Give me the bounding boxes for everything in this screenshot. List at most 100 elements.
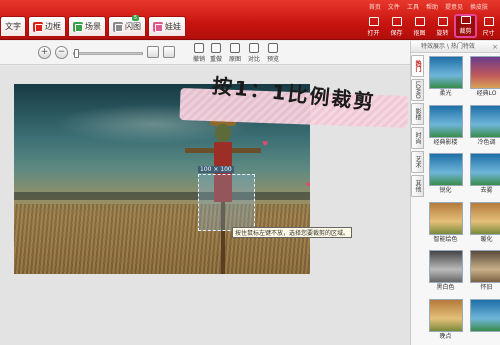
tab-flash[interactable]: 闪图 5 xyxy=(108,15,146,36)
zoom-out-button[interactable]: − xyxy=(55,46,68,59)
effect-thumbnail[interactable] xyxy=(469,250,500,283)
effect-thumbnail[interactable] xyxy=(428,104,463,138)
panel-title: 特效展示 \ 热门特效 × xyxy=(411,41,500,53)
compare-icon xyxy=(249,43,259,53)
effect-label: 晚点 xyxy=(439,332,452,340)
effect-thumbnail[interactable] xyxy=(428,298,463,332)
open-tool-button[interactable]: 打开 xyxy=(362,14,385,38)
tab-label: 文字 xyxy=(5,22,21,31)
tool-label: 尺寸 xyxy=(482,30,495,37)
effect-item[interactable]: 智能绘色 xyxy=(427,201,464,249)
top-menu-item[interactable]: 文件 xyxy=(388,2,400,11)
effect-label: 经典影楼 xyxy=(433,138,458,146)
cutout-tool-button[interactable]: 抠图 xyxy=(408,14,431,38)
effect-thumbnail[interactable] xyxy=(469,201,500,235)
preview-icon xyxy=(268,43,278,53)
effect-thumbnail[interactable] xyxy=(428,201,463,235)
effects-panel: 特效展示 \ 热门特效 × 热门 LOMO 影楼 时尚 艺术 其他 柔光 经典LO 经典影楼 冷… xyxy=(410,41,500,345)
photo-grass xyxy=(14,204,310,274)
effect-item[interactable]: 黑白色 xyxy=(427,250,464,297)
resize-tool-button[interactable]: 尺寸 xyxy=(477,14,500,38)
effect-item[interactable]: 去雾 xyxy=(468,153,500,200)
tool-label: 打开 xyxy=(367,30,380,37)
effect-item[interactable]: 经典LO xyxy=(468,56,500,103)
doll-icon xyxy=(153,21,163,32)
zoom-slider[interactable] xyxy=(73,49,143,58)
tab-badge: 5 xyxy=(131,15,139,21)
effect-label: 怀旧 xyxy=(480,284,493,291)
tab-text[interactable]: 文字 xyxy=(0,16,26,36)
effect-thumbnail[interactable] xyxy=(469,298,500,332)
redo-button[interactable]: 重做 xyxy=(207,43,225,63)
compare-button[interactable]: 对比 xyxy=(245,43,263,63)
top-menu-item[interactable]: 提意见 xyxy=(445,2,463,11)
effect-thumbnail[interactable] xyxy=(469,56,500,89)
effect-item[interactable]: 柔光 xyxy=(427,56,464,103)
effect-thumbnail[interactable] xyxy=(428,250,463,283)
save-icon xyxy=(391,17,402,26)
action-label: 撤销 xyxy=(192,56,205,63)
edit-toolbar: + − 撤销 重做 原图 对比 预览 xyxy=(0,41,410,65)
effect-item[interactable]: 暖化 xyxy=(468,201,500,249)
tab-label: 闪图 xyxy=(125,22,141,31)
tab-scene[interactable]: 场景 xyxy=(68,16,106,36)
original-button[interactable]: 原图 xyxy=(226,43,244,63)
category-tabs: 文字 边框 场景 闪图 5 娃娃 xyxy=(0,15,186,36)
panel-title-text: 特效展示 \ 热门特效 xyxy=(421,43,475,50)
top-menu-item[interactable]: 换皮肤 xyxy=(470,2,488,11)
save-tool-button[interactable]: 保存 xyxy=(385,14,408,38)
flash-icon xyxy=(113,21,123,32)
effect-item[interactable]: 冷色调 xyxy=(468,104,500,152)
cutout-icon xyxy=(414,17,425,26)
effect-item[interactable]: 晚点 xyxy=(427,298,464,345)
top-menu-item[interactable]: 帮助 xyxy=(426,2,438,11)
effect-item[interactable]: 怀旧 xyxy=(468,250,500,297)
undo-button[interactable]: 撤销 xyxy=(190,43,208,63)
effect-thumbnail[interactable] xyxy=(428,56,463,89)
effect-tab[interactable]: 影楼 xyxy=(411,103,424,125)
top-menu-item[interactable]: 首页 xyxy=(369,2,381,11)
effect-label: 锐化 xyxy=(439,187,452,194)
resize-icon xyxy=(483,17,494,26)
tool-label: 抠图 xyxy=(413,30,426,37)
effect-tab[interactable]: 艺术 xyxy=(411,151,424,173)
zoom-slider-handle[interactable] xyxy=(74,49,79,58)
effect-thumbnail[interactable] xyxy=(469,104,500,138)
flag-mark: ▪ xyxy=(306,180,311,188)
effect-item[interactable]: 经典影楼 xyxy=(427,104,464,152)
effects-grid: 柔光 经典LO 经典影楼 冷色调锐化 去雾智能绘色 暖化黑白色 怀旧晚点 xyxy=(427,56,500,345)
effect-tab[interactable]: 热门 xyxy=(411,55,424,77)
action-label: 预览 xyxy=(266,56,279,63)
crop-tool-button[interactable]: 裁剪 xyxy=(454,14,477,38)
effect-tab[interactable]: 其他 xyxy=(411,175,424,197)
effect-thumbnail[interactable] xyxy=(428,153,463,186)
action-label: 原图 xyxy=(228,56,241,63)
effect-label: 冷色调 xyxy=(477,138,496,146)
effect-label: 黑白色 xyxy=(436,284,455,291)
top-menu-item[interactable]: 工具 xyxy=(407,2,419,11)
tab-label: 场景 xyxy=(85,22,101,31)
actual-size-icon[interactable] xyxy=(163,46,175,58)
tool-label: 裁剪 xyxy=(459,28,472,35)
effect-thumbnail[interactable] xyxy=(469,153,500,186)
photo-horizon xyxy=(14,192,310,200)
crop-selection-box[interactable] xyxy=(198,174,255,231)
zoom-in-button[interactable]: + xyxy=(38,46,51,59)
effect-tab[interactable]: 时尚 xyxy=(411,127,424,149)
effect-label: 去雾 xyxy=(480,187,493,194)
effect-item[interactable]: 锐化 xyxy=(427,153,464,200)
effect-label: 智能绘色 xyxy=(433,235,458,243)
tool-label: 保存 xyxy=(390,30,403,37)
crop-size-label: 100 × 100 xyxy=(198,166,234,173)
close-icon[interactable]: × xyxy=(492,41,498,53)
undo-icon xyxy=(194,43,204,53)
rotate-tool-button[interactable]: 旋转 xyxy=(431,14,454,38)
effect-label: 柔光 xyxy=(439,90,452,97)
effect-item[interactable] xyxy=(468,298,500,345)
fit-window-icon[interactable] xyxy=(147,46,159,58)
tab-frame[interactable]: 边框 xyxy=(28,16,66,36)
tab-doll[interactable]: 娃娃 xyxy=(148,16,186,36)
tab-label: 娃娃 xyxy=(165,22,181,31)
effect-tab[interactable]: LOMO xyxy=(411,79,424,101)
preview-button[interactable]: 预览 xyxy=(264,43,282,63)
